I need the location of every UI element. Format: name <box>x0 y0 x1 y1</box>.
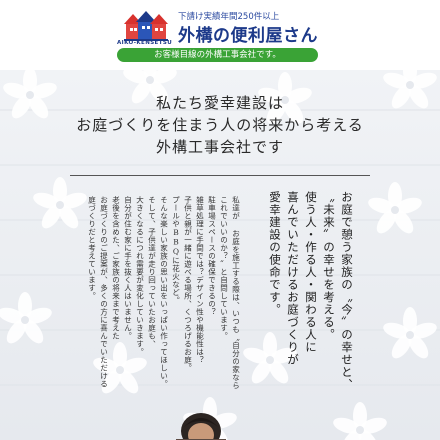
lead-line: 使う人・作る人・関わる人に <box>304 191 318 354</box>
body-line: 雑草処理に手間では？デザイン性や機能性は？ <box>195 196 205 364</box>
body-line: 老後を含めた、ご家族の将来まで考えた <box>111 196 121 340</box>
body-line: 庭づくりだと考えています。 <box>87 196 97 300</box>
person-photo <box>176 413 226 440</box>
body-line: そんな楽しい家族の思い出をいっぱい作ってほしい。 <box>159 196 169 388</box>
lead-line: 愛幸建設の使命です。 <box>268 191 282 316</box>
subtitle-bar: お客様目線の外構工事会社です。 <box>117 48 318 62</box>
heading-line: 私たち愛幸建設は <box>155 94 284 112</box>
body-line: 私達が お庭を施工する際は、いつも〝自分の家なら <box>231 196 241 390</box>
body-line: お庭づくりのご提案が、多くの方に喜んでいただける <box>99 196 109 388</box>
brand-name-en: AIKO-KENSETSU <box>117 40 173 46</box>
site-header: AIKO-KENSETSU 下請け実績年間250件以上 外構の便利屋さん お客様… <box>0 0 440 70</box>
hero-section: 私たち愛幸建設は お庭づくりを住まう人の将来から考える 外構工事会社です お庭で… <box>0 70 440 440</box>
hero-heading: 私たち愛幸建設は お庭づくりを住まう人の将来から考える 外構工事会社です <box>0 92 440 158</box>
lead-line: 〝未来〟の幸せを考える。 <box>322 191 336 341</box>
body-line: これでいいのか？〟と自問しています。 <box>219 196 229 340</box>
body-line: 駐車場スペースの確保できるの？ <box>207 196 217 316</box>
body-line: プールやBBQに花火など。 <box>171 196 181 305</box>
divider <box>70 175 370 176</box>
lead-line: お庭で憩う家族の〝今〟の幸せと、 <box>340 191 354 391</box>
heading-line: お庭づくりを住まう人の将来から考える <box>76 116 364 134</box>
heading-line: 外構工事会社です <box>155 138 284 156</box>
body-line: そして、子供達が走り回っていたお庭も、 <box>147 196 157 348</box>
body-line: 子供と親が一緒に遊べる場所、くつろげるお庭。 <box>183 196 193 372</box>
body-line: 大きくなるにつれ需要が変化していきます。 <box>135 196 145 356</box>
lead-line: 喜んでいただけるお庭づくりが <box>286 191 300 366</box>
body-line: 自分が住む家に手を抜く人はいません。 <box>123 196 133 340</box>
site-title[interactable]: 外構の便利屋さん <box>178 21 318 46</box>
